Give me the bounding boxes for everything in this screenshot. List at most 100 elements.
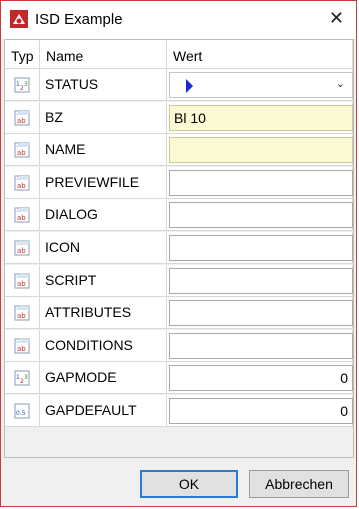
svg-text:ab: ab [17,149,26,157]
text-value-icon: ab [14,273,30,289]
table-row[interactable]: ab CONDITIONS [5,329,353,362]
field-value: 0 [340,370,348,387]
type-cell: 123 [5,362,40,395]
title-bar: ISD Example ✕ [1,1,356,39]
text-value-icon: ab [14,240,30,256]
table-row[interactable]: 1 2 3 STATUS ⌄ [5,69,353,101]
svg-text:ab: ab [17,280,26,288]
property-name: GAPDEFAULT [45,402,137,418]
property-name: ATTRIBUTES [45,304,132,321]
value-cell [167,232,353,264]
text-value-icon: ab [14,110,30,126]
value-field[interactable]: Bl 10 [169,104,353,131]
property-name: NAME [45,141,86,158]
value-field[interactable] [169,332,353,359]
property-name: PREVIEWFILE [45,173,140,190]
table-row[interactable]: 1 2 3 GAPMODE 0 [5,362,353,395]
type-cell: ab [5,232,40,264]
close-icon[interactable]: ✕ [329,9,344,29]
dialog-window: ISD Example ✕ Typ Name Wert 1 2 3 STATUS ⌄ ab… [0,0,357,507]
value-cell: Bl 10 [167,101,353,134]
table-row[interactable]: ab SCRIPT [5,264,353,297]
svg-text:ab: ab [17,247,26,255]
svg-text:ab: ab [17,312,26,320]
text-value-icon: ab [14,142,30,158]
table-row[interactable]: ab ICON [5,232,353,264]
name-cell: STATUS [40,69,167,101]
value-cell: 0 [167,395,353,427]
chevron-down-icon[interactable]: ⌄ [336,77,345,90]
value-cell [167,297,353,330]
property-name: DIALOG [45,206,98,223]
svg-text:ab: ab [17,117,26,125]
value-field[interactable] [169,267,353,294]
value-cell [167,329,353,362]
table-row[interactable]: ab DIALOG [5,199,353,232]
value-cell [167,166,353,199]
svg-text:ab: ab [17,345,26,353]
field-value: Bl 10 [174,109,206,126]
table-row[interactable]: ab NAME [5,134,353,167]
table-row[interactable]: ab ATTRIBUTES [5,297,353,330]
name-cell: ICON [40,232,167,264]
property-name: BZ [45,108,63,125]
text-value-icon: ab [14,305,30,321]
type-cell: ab [5,297,40,330]
property-name: SCRIPT [45,271,97,288]
svg-text:ab: ab [17,182,26,190]
type-cell: ab [5,264,40,297]
svg-text:ab: ab [17,214,26,222]
value-cell: 0 [167,362,353,395]
property-name: ICON [45,239,80,255]
field-value: 0 [340,403,348,419]
app-icon [10,10,28,28]
name-cell: GAPDEFAULT [40,395,167,427]
type-cell: ab [5,134,40,167]
text-value-icon: ab [14,338,30,354]
column-header-name[interactable]: Name [40,40,167,69]
value-cell [167,199,353,232]
name-cell: CONDITIONS [40,329,167,362]
type-cell: 123 [5,69,40,101]
type-cell: ab [5,329,40,362]
play-icon [186,79,193,93]
type-cell: ab [5,199,40,232]
name-cell: PREVIEWFILE [40,166,167,199]
cancel-button[interactable]: Abbrechen [249,470,349,498]
value-field[interactable] [169,137,353,164]
value-field[interactable] [169,235,353,261]
property-name: GAPMODE [45,369,117,386]
name-cell: BZ [40,101,167,134]
name-cell: GAPMODE [40,362,167,395]
value-cell [167,264,353,297]
table-row[interactable]: ab BZ Bl 10 [5,101,353,134]
ok-button[interactable]: OK [140,470,238,498]
dialog-footer: OK Abbrechen [1,462,356,506]
value-field[interactable]: 0 [169,365,353,392]
svg-text:3: 3 [24,81,28,88]
value-cell: ⌄ [167,69,353,101]
status-dropdown[interactable]: ⌄ [169,72,353,98]
column-header-typ[interactable]: Typ [5,40,40,69]
name-cell: DIALOG [40,199,167,232]
table-row[interactable]: ab PREVIEWFILE [5,166,353,199]
name-cell: ATTRIBUTES [40,297,167,330]
property-name: STATUS [45,76,99,92]
value-field[interactable] [169,169,353,196]
value-field[interactable] [169,202,353,229]
table-row[interactable]: 0.5 GAPDEFAULT 0 [5,395,353,427]
text-value-icon: ab [14,207,30,223]
type-cell: 0.5 [5,395,40,427]
float-value-icon: 0.5 [14,403,30,419]
property-grid: Typ Name Wert 1 2 3 STATUS ⌄ ab BZ Bl 10 ab NAME a… [4,39,354,458]
text-value-icon: ab [14,175,30,191]
value-field[interactable] [169,300,353,327]
type-cell: ab [5,101,40,134]
column-header-wert[interactable]: Wert [167,40,353,69]
svg-text:3: 3 [24,374,28,381]
value-field[interactable]: 0 [169,398,353,424]
property-name: CONDITIONS [45,336,133,353]
type-cell: ab [5,166,40,199]
value-cell [167,134,353,167]
numeric-value-icon: 123 [14,370,30,386]
